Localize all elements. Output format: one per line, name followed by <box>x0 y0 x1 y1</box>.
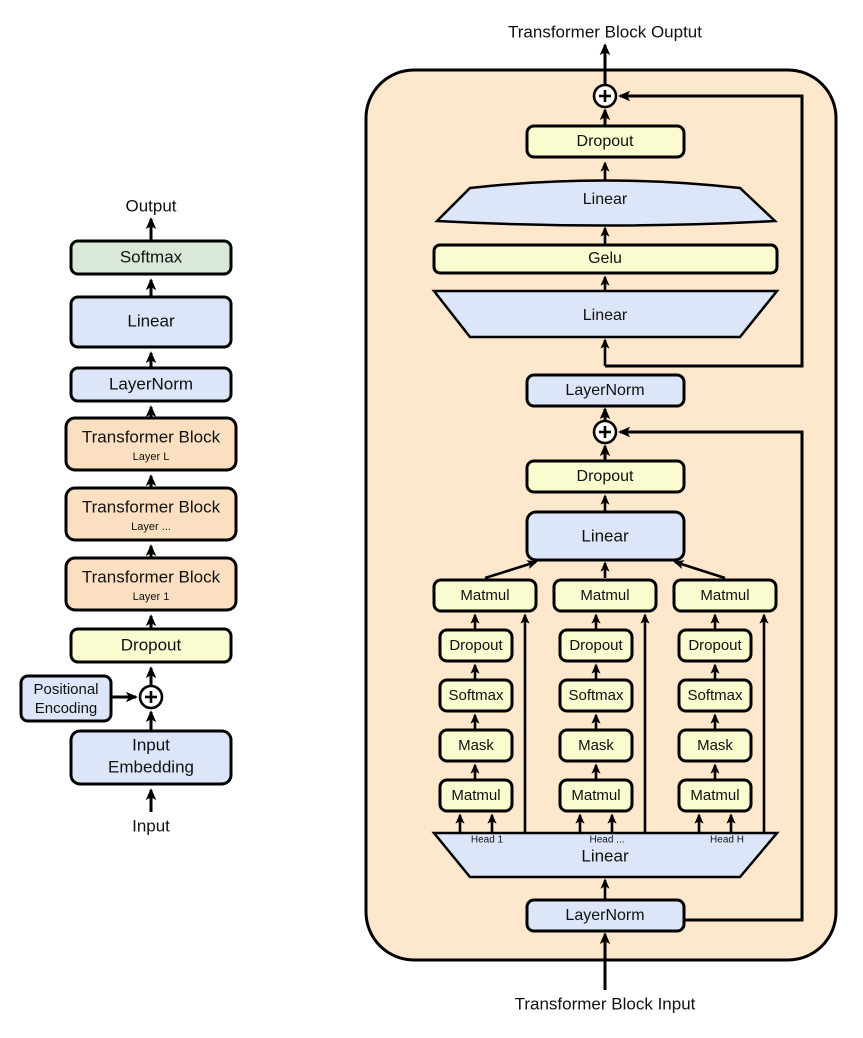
node-ffn-linear-in-label: Linear <box>583 307 628 324</box>
head2-matmul-out-label: Matmul <box>580 587 629 604</box>
head-label-2: Head ... <box>589 835 624 846</box>
node-qkv-linear-label: Linear <box>581 846 629 865</box>
node-ffn-linear-out-label: Linear <box>583 191 628 208</box>
node-ffn-dropout-label: Dropout <box>577 133 634 150</box>
node-linear-label: Linear <box>127 311 175 330</box>
node-transformer-block-L-label: Transformer Block <box>82 427 221 446</box>
head2-softmax-label: Softmax <box>568 687 624 704</box>
block-input-label: Transformer Block Input <box>515 994 696 1013</box>
node-input-embedding-line2: Embedding <box>108 757 194 776</box>
headh-matmul-in-label: Matmul <box>690 787 739 804</box>
transformer-block-panel: Transformer Block Ouptut Dropout Linear … <box>364 22 838 1013</box>
node-layernorm-label: LayerNorm <box>109 374 193 393</box>
headh-dropout-label: Dropout <box>688 637 742 654</box>
node-attention-input-layernorm-label: LayerNorm <box>565 907 644 924</box>
block-output-label: Transformer Block Ouptut <box>508 22 702 41</box>
node-softmax-label: Softmax <box>120 247 183 266</box>
node-transformer-block-1-sublabel: Layer 1 <box>133 591 170 603</box>
headh-matmul-out-label: Matmul <box>700 587 749 604</box>
node-ffn-gelu-label: Gelu <box>588 250 622 267</box>
head1-matmul-in-label: Matmul <box>451 787 500 804</box>
head1-softmax-label: Softmax <box>448 687 504 704</box>
head-label-1: Head 1 <box>471 835 504 846</box>
node-transformer-block-dots-label: Transformer Block <box>82 497 221 516</box>
headh-softmax-label: Softmax <box>687 687 743 704</box>
head-label-h: Head H <box>710 835 744 846</box>
head1-dropout-label: Dropout <box>449 637 503 654</box>
node-positional-encoding-line1: Positional <box>33 681 98 698</box>
node-transformer-block-1-label: Transformer Block <box>82 567 221 586</box>
node-positional-encoding-line2: Encoding <box>35 700 98 717</box>
node-dropout-label: Dropout <box>121 635 182 654</box>
node-attention-proj-linear-label: Linear <box>581 526 629 545</box>
node-input-embedding-line1: Input <box>132 735 170 754</box>
node-mid-layernorm-label: LayerNorm <box>565 382 644 399</box>
head2-mask-label: Mask <box>578 737 614 754</box>
node-attention-dropout-label: Dropout <box>577 468 634 485</box>
head1-matmul-out-label: Matmul <box>460 587 509 604</box>
left-output-label: Output <box>125 196 176 215</box>
transformer-architecture-diagram: Output Softmax Linear LayerNorm Transfor… <box>0 0 863 1038</box>
left-input-label: Input <box>132 816 170 835</box>
node-transformer-block-dots-sublabel: Layer ... <box>131 521 171 533</box>
headh-mask-label: Mask <box>697 737 733 754</box>
head2-matmul-in-label: Matmul <box>571 787 620 804</box>
head1-mask-label: Mask <box>458 737 494 754</box>
head2-dropout-label: Dropout <box>569 637 623 654</box>
node-transformer-block-L-sublabel: Layer L <box>133 451 170 463</box>
